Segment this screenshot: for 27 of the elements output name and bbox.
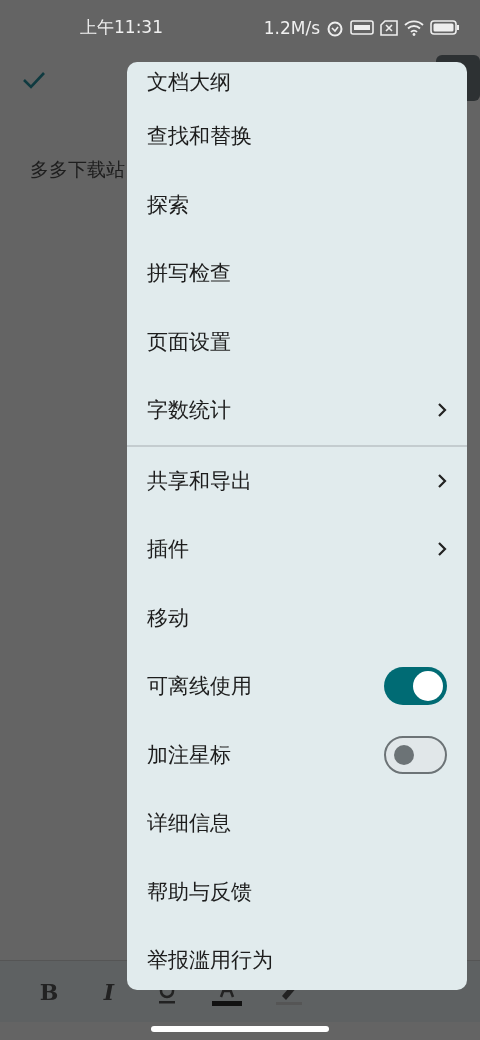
menu-item[interactable]: 帮助与反馈	[127, 857, 467, 926]
chevron-right-icon	[437, 541, 447, 558]
toggle-switch[interactable]	[384, 735, 447, 774]
menu-item[interactable]: 探索	[127, 170, 467, 239]
vpn-icon	[350, 20, 374, 35]
menu-item[interactable]: 可离线使用	[127, 652, 467, 721]
battery-icon	[430, 20, 460, 35]
toggle-switch[interactable]	[384, 667, 447, 706]
sim-icon	[380, 19, 398, 36]
menu-item[interactable]: 共享和导出	[127, 446, 467, 515]
menu-item[interactable]: 移动	[127, 583, 467, 652]
menu-item[interactable]: 举报滥用行为	[127, 926, 467, 990]
wifi-icon	[404, 19, 424, 36]
chevron-right-icon	[437, 402, 447, 419]
menu-item[interactable]: 字数统计	[127, 376, 467, 445]
menu-item[interactable]: 页面设置	[127, 307, 467, 376]
status-time: 上午11:31	[80, 16, 164, 39]
menu-item[interactable]: 文档大纲	[127, 62, 467, 102]
menu-item[interactable]: 查找和替换	[127, 102, 467, 171]
menu-item[interactable]: 加注星标	[127, 720, 467, 789]
menu-item[interactable]: 插件	[127, 515, 467, 584]
chevron-right-icon	[437, 472, 447, 489]
document-text: 多多下载站	[30, 157, 125, 182]
menu-item[interactable]: 详细信息	[127, 789, 467, 858]
menu-item[interactable]: 拼写检查	[127, 239, 467, 308]
network-speed: 1.2M/s	[263, 17, 320, 38]
check-icon[interactable]	[22, 71, 46, 89]
